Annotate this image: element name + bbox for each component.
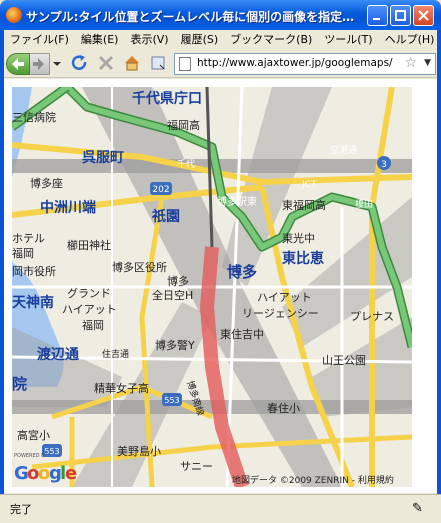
url-dropdown-icon[interactable]: ▼ — [424, 58, 431, 68]
menu-history[interactable]: 履歴(S) — [175, 31, 225, 49]
addon-icon[interactable]: ✎ — [412, 501, 423, 516]
label-regency: リージェンシー — [242, 307, 319, 320]
status-text: 完了 — [10, 503, 32, 516]
stop-button[interactable] — [96, 53, 116, 75]
page-icon — [179, 57, 191, 71]
menu-help[interactable]: ヘルプ(H) — [379, 31, 441, 49]
route-553-label: 553 — [164, 396, 179, 405]
label-higashiyoshizuka: 東住吉中 — [220, 327, 264, 341]
forward-arrow-icon — [33, 58, 44, 70]
label-sumiyoshi: 住吉通 — [102, 348, 129, 360]
home-icon — [125, 56, 139, 71]
label-zennikku: 全日空H — [152, 288, 193, 302]
title-bar: サンプル:タイル位置とズームレベル毎に個別の画像を指定… — [0, 0, 441, 30]
window-title: サンプル:タイル位置とズームレベル毎に個別の画像を指定… — [26, 10, 355, 24]
menu-view[interactable]: 表示(V) — [124, 31, 174, 49]
window-frame-right — [437, 30, 441, 494]
label-hyatt-regency: ハイアット — [257, 291, 312, 304]
label-hakataku: 博多区役所 — [112, 260, 167, 274]
label-haruyoshi: 春住小 — [267, 401, 300, 415]
page-content: 202 3 553 553 千代県庁口 三信病院 福岡高 呉服町 千代 空港通 … — [4, 79, 437, 493]
svg-text:POWERED BY: POWERED BY — [14, 453, 48, 459]
label-seika: 精華女子高 — [94, 381, 149, 395]
stop-icon — [98, 55, 114, 71]
map-copyright: 地図データ ©2009 ZENRIN - 利用規約 — [232, 474, 394, 486]
label-kenchomae: 千代県庁口 — [132, 90, 202, 107]
label-purenasu: プレナス — [350, 310, 394, 323]
label-hotel: ホテル — [12, 232, 45, 245]
label-sanshin: 三信病院 — [12, 110, 56, 124]
label-shiyakusho: 岡市役所 — [12, 264, 56, 278]
url-text[interactable]: http://www.ajaxtower.jp/googlemaps/ — [197, 57, 402, 69]
label-minoshima: 美野島小 — [117, 444, 161, 458]
back-button[interactable] — [6, 53, 30, 75]
route-3-label: 3 — [381, 160, 387, 170]
label-in: 院 — [12, 375, 27, 393]
label-hakatasho: 博多警Y — [155, 338, 195, 352]
maximize-button[interactable] — [390, 5, 411, 26]
label-takamiya: 高宮小 — [17, 428, 50, 442]
bookmark-icon — [151, 56, 165, 70]
minimize-button[interactable] — [367, 5, 388, 26]
menu-bookmarks[interactable]: ブックマーク(B) — [224, 31, 318, 49]
label-kukodori: 空港通 — [330, 144, 357, 156]
label-hakataza: 博多座 — [30, 176, 63, 190]
address-bar[interactable]: http://www.ajaxtower.jp/googlemaps/ ☆ ▼ — [174, 53, 436, 75]
label-fukuoka-2: 福岡 — [82, 318, 104, 332]
navigation-toolbar: http://www.ajaxtower.jp/googlemaps/ ☆ ▼ — [4, 50, 437, 78]
label-hakata: 博多 — [227, 263, 257, 281]
reload-button[interactable] — [70, 53, 90, 75]
map-graphic: 202 3 553 553 千代県庁口 三信病院 福岡高 呉服町 千代 空港通 … — [12, 87, 412, 487]
home-button[interactable] — [122, 53, 142, 75]
back-arrow-icon — [12, 58, 24, 70]
label-tenjin-minami: 天神南 — [12, 294, 54, 311]
reload-icon — [71, 55, 87, 70]
status-bar: 完了 ✎ — [0, 494, 441, 523]
label-hakataeki-higashi: 博多駅東 — [217, 195, 257, 208]
menu-tools[interactable]: ツール(T) — [318, 31, 378, 49]
label-nakasu: 中洲川端 — [40, 199, 96, 216]
menu-edit[interactable]: 編集(E) — [75, 31, 125, 49]
star-icon[interactable]: ☆ — [404, 55, 417, 71]
minimize-icon — [373, 18, 380, 20]
label-kushida: 櫛田神社 — [67, 238, 111, 252]
label-fukuokako: 福岡高 — [167, 118, 200, 132]
label-sanny: サニー — [180, 460, 213, 473]
map-canvas[interactable]: 202 3 553 553 千代県庁口 三信病院 福岡高 呉服町 千代 空港通 … — [12, 87, 412, 487]
label-higashihie: 東比恵 — [282, 250, 324, 267]
menu-bar: ファイル(F) 編集(E) 表示(V) 履歴(S) ブックマーク(B) ツール(… — [4, 30, 437, 50]
forward-button[interactable] — [30, 53, 50, 75]
firefox-icon — [6, 7, 22, 23]
menu-file[interactable]: ファイル(F) — [4, 31, 75, 49]
chevron-down-icon — [53, 62, 61, 66]
label-watanabe: 渡辺通 — [37, 346, 79, 363]
route-202-label: 202 — [152, 185, 169, 195]
label-higashikoenaka: 東光中 — [282, 231, 315, 245]
close-button[interactable] — [413, 5, 434, 26]
label-grand: グランド — [67, 286, 111, 300]
svg-text:e: e — [65, 463, 77, 484]
label-jct: JCT — [301, 180, 317, 190]
label-hakata-2: 博多 — [167, 274, 189, 288]
label-higashifukuoka: 東福岡高 — [282, 198, 326, 212]
label-enokida: 榎田 — [355, 198, 373, 210]
label-gion: 祇園 — [151, 208, 180, 225]
maximize-icon — [395, 10, 406, 21]
label-chiyo: 千代 — [177, 159, 195, 170]
label-gofukumachi: 呉服町 — [82, 150, 124, 166]
label-grand-hyatt: ハイアット — [62, 303, 117, 316]
label-sanno: 山王公園 — [322, 354, 366, 367]
bookmark-page-button[interactable] — [148, 53, 168, 75]
close-icon — [418, 10, 429, 21]
history-dropdown-button[interactable] — [51, 53, 63, 75]
label-fukuoka: 福岡 — [12, 246, 34, 260]
